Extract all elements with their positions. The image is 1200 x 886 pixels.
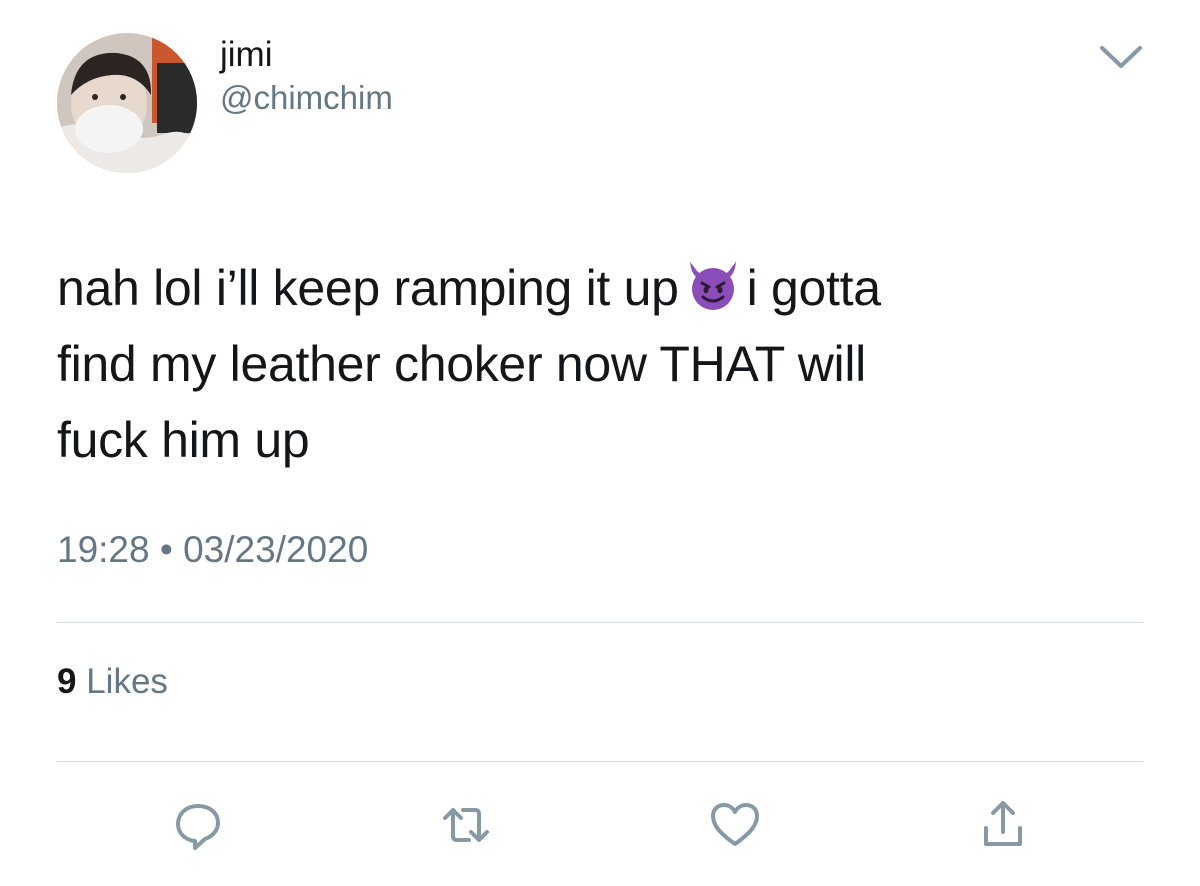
tweet-card: jimi @chimchim nah lol i’ll keep ramping…: [0, 0, 1200, 886]
divider: [57, 761, 1143, 762]
tweet-timestamp[interactable]: 19:28 • 03/23/2020: [57, 528, 368, 572]
tweet-line-1: nah lol i’ll keep ramping it up i gotta: [57, 250, 1147, 326]
tweet-text-segment: nah lol i’ll keep ramping it up: [57, 260, 679, 316]
likes-count: 9: [57, 662, 77, 701]
smiling-devil-emoji: [689, 261, 736, 310]
tweet-text: nah lol i’ll keep ramping it up i gotta …: [57, 250, 1147, 478]
avatar-image: [57, 33, 197, 173]
retweet-icon[interactable]: [439, 798, 493, 852]
display-name[interactable]: jimi: [220, 35, 272, 75]
tweet-text-segment: i gotta: [746, 260, 881, 316]
reply-icon[interactable]: [171, 798, 225, 852]
tweet-line-3: fuck him up: [57, 412, 310, 468]
divider: [57, 622, 1143, 623]
likes-label: Likes: [86, 662, 168, 701]
likes-stat[interactable]: 9 Likes: [57, 660, 168, 704]
avatar[interactable]: [57, 33, 197, 173]
tweet-line-2: find my leather choker now THAT will: [57, 336, 866, 392]
chevron-down-icon[interactable]: [1098, 42, 1144, 72]
share-icon[interactable]: [976, 798, 1030, 852]
user-handle[interactable]: @chimchim: [220, 78, 393, 118]
heart-icon[interactable]: [708, 798, 762, 852]
